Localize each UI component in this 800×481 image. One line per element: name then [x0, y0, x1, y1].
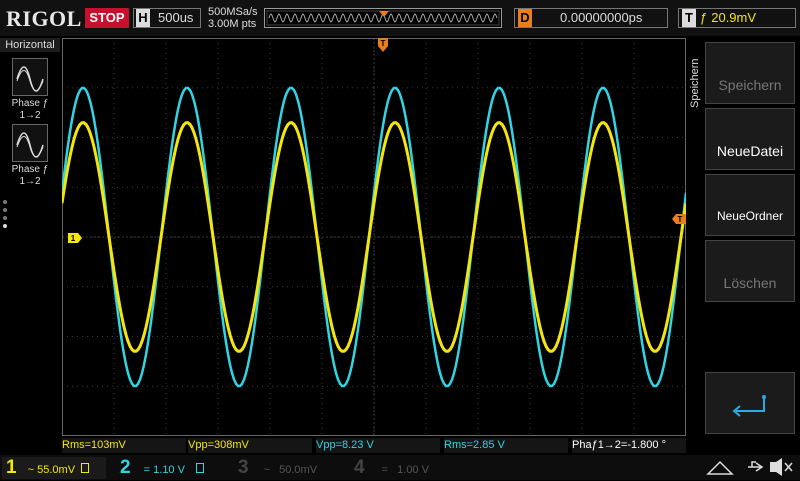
page-indicator-dot	[3, 200, 7, 204]
rigol-logo: RIGOL	[6, 6, 82, 31]
page-indicator-dot	[3, 208, 7, 212]
run-stop-status[interactable]: STOP	[85, 8, 129, 28]
graticule	[62, 38, 686, 436]
phase-sub-1: 1→2	[19, 110, 41, 121]
waveform-display[interactable]: T 1 T	[62, 38, 686, 436]
status-icons	[706, 458, 793, 476]
channel-3-scale: 50.0mV	[279, 464, 318, 476]
channel-1-scale: 55.0mV	[37, 464, 76, 476]
channel-4-status[interactable]: 4 = 1.00 V	[350, 457, 460, 479]
sine-wave-icon	[16, 132, 44, 158]
mute-icon	[784, 462, 793, 472]
measurement-value: Phaƒ1→2=-1.800 °	[572, 439, 666, 451]
timebase-display[interactable]: H 500us	[133, 8, 201, 28]
svg-text:Speichern: Speichern	[689, 58, 701, 108]
phase-sub-2: 1→2	[19, 176, 41, 187]
left-menu-title: Horizontal	[0, 38, 60, 52]
channel-3-number: 3	[238, 457, 249, 478]
memory-depth: 3.00M pts	[208, 18, 257, 30]
warning-icon	[706, 460, 734, 475]
measurement-ch1-vpp[interactable]: Vpp=308mV	[188, 438, 312, 453]
channel-2-scale: 1.10 V	[153, 464, 185, 476]
timebase-value: 500us	[158, 10, 194, 25]
phase-label-2: Phase ƒ	[11, 164, 49, 175]
timebase-label: H	[136, 9, 150, 27]
phase-measure-button-1[interactable]	[12, 58, 48, 96]
save-button[interactable]: Speichern	[705, 42, 795, 104]
save-button-label: Speichern	[718, 77, 782, 93]
acquisition-info: 500MSa/s 3.00M pts	[208, 6, 258, 30]
return-arrow-icon	[732, 395, 766, 417]
overview-waveform	[266, 10, 500, 26]
right-menu-title: Speichern	[689, 58, 701, 108]
delay-display[interactable]: D 0.00000000ps	[514, 8, 668, 28]
sine-wave-icon	[16, 66, 44, 92]
channel-1-status[interactable]: 1 ~ 55.0mV	[2, 457, 106, 479]
channel-3-status[interactable]: 3 ~ 50.0mV	[232, 457, 342, 479]
measurement-value: Rms=2.85 V	[444, 439, 505, 451]
overview-trigger-marker	[379, 11, 389, 17]
channel-4-scale: 1.00 V	[397, 464, 429, 476]
channel-2-number: 2	[120, 457, 131, 478]
bw-limit-icon	[81, 463, 90, 473]
delete-label: Löschen	[723, 275, 777, 291]
channel-4-number: 4	[354, 457, 365, 478]
speaker-icon	[770, 458, 782, 476]
trigger-display[interactable]: Tƒ 20.9mV	[678, 8, 796, 28]
new-folder-label: NeueOrdner	[716, 209, 784, 223]
measurement-phase[interactable]: Phaƒ1→2=-1.800 °	[572, 438, 686, 453]
channel-2-status[interactable]: 2 = 1.10 V	[112, 457, 224, 479]
new-file-label: NeueDatei	[716, 143, 784, 159]
bw-limit-icon	[196, 463, 205, 473]
rising-edge-icon: ƒ	[700, 10, 708, 25]
measurement-value: Vpp=8.23 V	[316, 439, 374, 451]
measurement-ch2-vpp[interactable]: Vpp=8.23 V	[316, 438, 440, 453]
channel-1-number: 1	[6, 457, 17, 478]
usb-icon	[748, 461, 764, 472]
new-folder-button[interactable]: NeueOrdner	[705, 174, 795, 236]
measurement-value: Rms=103mV	[62, 439, 126, 451]
measurement-ch2-rms[interactable]: Rms=2.85 V	[444, 438, 568, 453]
ac-coupling-icon: ~	[263, 464, 271, 476]
waveform-overview-bar[interactable]	[264, 8, 502, 28]
phase-label-1: Phase ƒ	[11, 98, 49, 109]
page-indicator-dot-active	[3, 224, 7, 228]
delay-value: 0.00000000ps	[560, 10, 643, 25]
return-button[interactable]	[705, 372, 795, 434]
channel-1-offset-label: 1	[71, 234, 76, 243]
delay-label: D	[518, 9, 532, 27]
measurement-value: Vpp=308mV	[188, 439, 249, 451]
new-file-button[interactable]: NeueDatei	[705, 108, 795, 170]
dc-coupling-icon: =	[381, 464, 389, 476]
phase-measure-button-2[interactable]	[12, 124, 48, 162]
measurement-ch1-rms[interactable]: Rms=103mV	[62, 438, 186, 453]
page-indicator-dot	[3, 216, 7, 220]
dc-coupling-icon: =	[143, 464, 151, 476]
trigger-label: T	[682, 9, 696, 27]
trigger-position-label: T	[381, 39, 386, 48]
ac-coupling-icon: ~	[27, 464, 35, 476]
sample-rate: 500MSa/s	[208, 6, 258, 18]
delete-button[interactable]: Löschen	[705, 240, 795, 302]
trigger-level-label: T	[678, 215, 683, 224]
trigger-level: 20.9mV	[711, 10, 757, 25]
